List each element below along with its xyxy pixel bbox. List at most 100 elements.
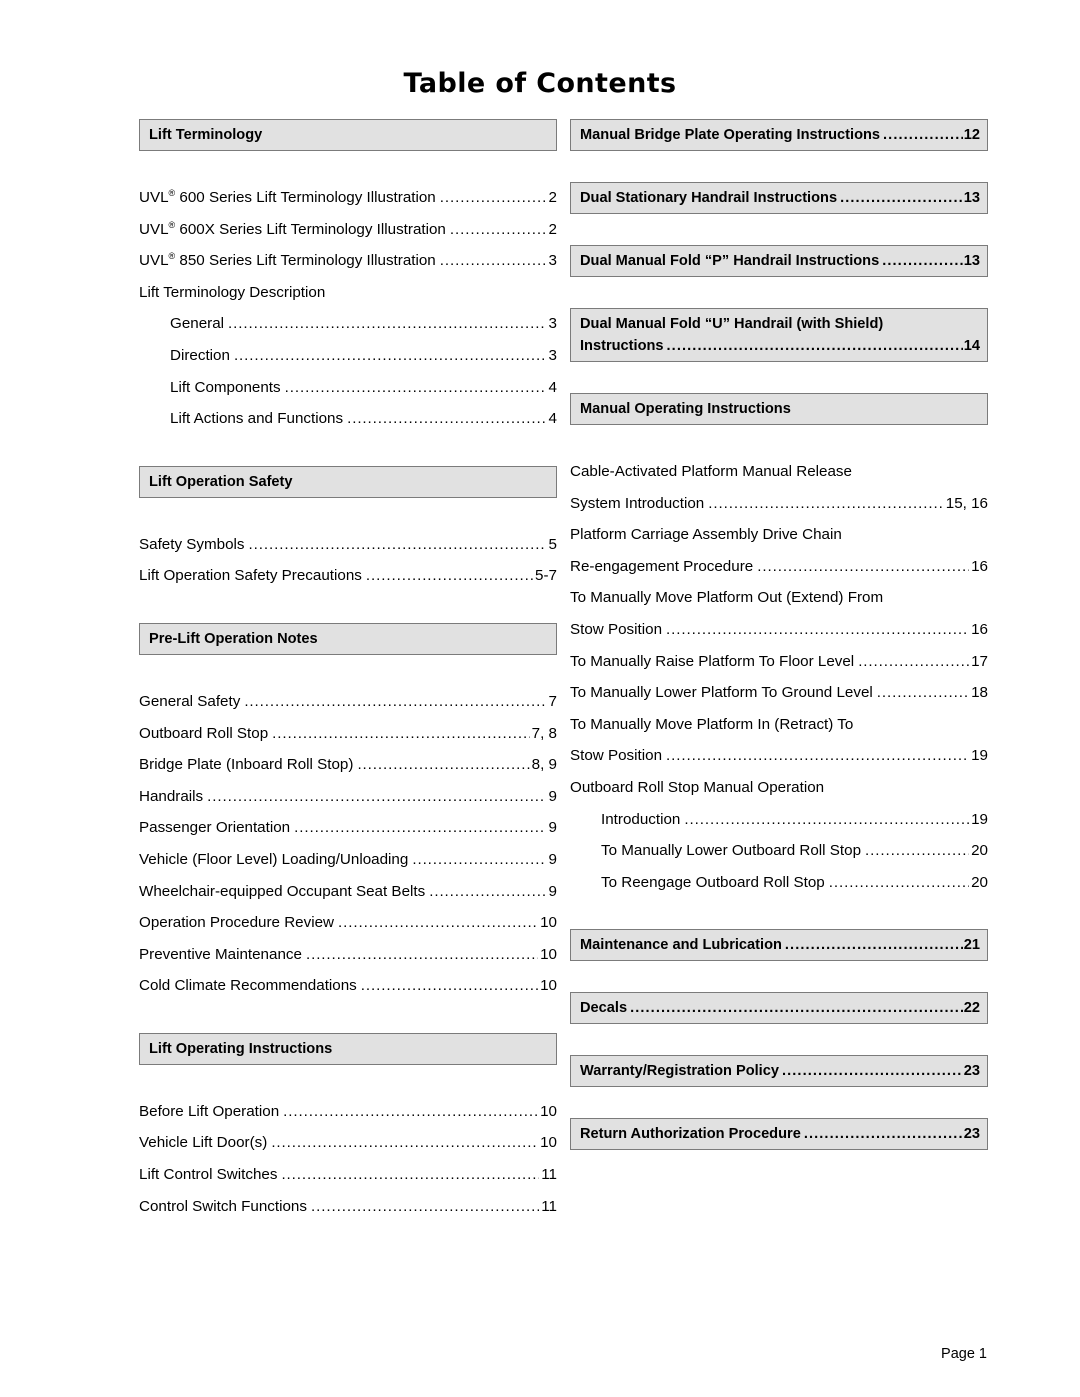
dot-leader: ........................................… [781,1063,963,1080]
section-header-line: Decals..................................… [571,997,987,1019]
entry-label: Stow Position [570,620,663,638]
dot-leader: ........................................… [412,850,545,868]
dot-leader: ........................................… [883,127,963,143]
toc-entry-system-introduction[interactable]: System Introduction.....................… [570,488,988,520]
section-header-lift-operation-safety[interactable]: Lift Operation Safety...................… [139,465,557,498]
toc-entry-list: Safety Symbols..........................… [139,529,557,592]
toc-entry-re-engagement-procedure[interactable]: Re-engagement Procedure.................… [570,551,988,583]
entry-label: UVL® 600X Series Lift Terminology Illust… [139,219,446,238]
entry-label: General [170,315,225,333]
dot-leader: ........................................… [666,747,969,765]
entry-label: Platform Carriage Assembly Drive Chain [570,526,842,544]
section-header-lift-operating-instructions[interactable]: Lift Operating Instructions.............… [139,1032,557,1065]
page-number: 22 [963,1000,980,1017]
section-header-label: Dual Manual Fold “P” Handrail Instructio… [580,253,880,269]
toc-entry-stow-position[interactable]: Stow Position...........................… [570,740,988,772]
toc-entry-to-manually-move-platform-out-extend-from[interactable]: To Manually Move Platform Out (Extend) F… [570,582,988,614]
toc-entry-to-reengage-outboard-roll-stop[interactable]: To Reengage Outboard Roll Stop..........… [570,867,988,899]
entry-label: Passenger Orientation [139,819,291,837]
toc-entry-general-safety[interactable]: General Safety..........................… [139,686,557,718]
dot-leader: ........................................… [207,787,545,805]
toc-entry-vehicle-floor-level-loadingunloading[interactable]: Vehicle (Floor Level) Loading/Unloading.… [139,844,557,876]
toc-entry-introduction[interactable]: Introduction............................… [570,804,988,836]
toc-entry-to-manually-raise-platform-to-floor-level[interactable]: To Manually Raise Platform To Floor Leve… [570,646,988,678]
section-header-maintenance-and-lubrication[interactable]: Maintenance and Lubrication.............… [570,929,988,962]
section-header-warrantyregistration-policy[interactable]: Warranty/Registration Policy............… [570,1055,988,1088]
section-header-line: Pre-Lift Operation Notes................… [140,628,556,650]
section-header-line: Warranty/Registration Policy............… [571,1060,987,1082]
toc-entry-control-switch-functions[interactable]: Control Switch Functions................… [139,1191,557,1223]
toc-entry-lift-components[interactable]: Lift Components.........................… [139,372,557,404]
toc-entry-uvl-850-series-lift-terminology-illustration[interactable]: UVL® 850 Series Lift Terminology Illustr… [139,245,557,277]
toc-entry-lift-operation-safety-precautions[interactable]: Lift Operation Safety Precautions.......… [139,560,557,592]
toc-entry-list: General Safety..........................… [139,686,557,1002]
toc-entry-to-manually-lower-platform-to-ground-level[interactable]: To Manually Lower Platform To Ground Lev… [570,677,988,709]
dot-leader: ........................................… [310,1197,539,1215]
section-header-line: Dual Manual Fold “U” Handrail (with Shie… [571,313,987,335]
page-number: 11 [541,1166,557,1184]
dot-leader: ........................................… [365,567,533,585]
entry-label: Lift Components [170,378,281,396]
toc-column-right: Manual Bridge Plate Operating Instructio… [570,119,988,1151]
toc-entry-direction[interactable]: Direction...............................… [139,340,557,372]
toc-entry-wheelchair-equipped-occupant-seat-belts[interactable]: Wheelchair-equipped Occupant Seat Belts.… [139,876,557,908]
toc-entry-to-manually-move-platform-in-retract-to[interactable]: To Manually Move Platform In (Retract) T… [570,709,988,741]
section-header-pre-lift-operation-notes[interactable]: Pre-Lift Operation Notes................… [139,622,557,655]
dot-leader: ........................................… [876,684,969,702]
toc-entry-uvl-600x-series-lift-terminology-illustration[interactable]: UVL® 600X Series Lift Terminology Illust… [139,214,557,246]
toc-entry-cold-climate-recommendations[interactable]: Cold Climate Recommendations............… [139,970,557,1002]
toc-entry-vehicle-lift-doors[interactable]: Vehicle Lift Door(s)....................… [139,1127,557,1159]
toc-entry-general[interactable]: General.................................… [139,308,557,340]
page-number: 16 [971,620,988,638]
section-header-label: Pre-Lift Operation Notes [149,630,318,647]
dot-leader: ........................................… [294,819,545,837]
toc-entry-preventive-maintenance[interactable]: Preventive Maintenance..................… [139,939,557,971]
toc-entry-bridge-plate-inboard-roll-stop[interactable]: Bridge Plate (Inboard Roll Stop)........… [139,749,557,781]
entry-label: To Manually Lower Outboard Roll Stop [601,842,862,860]
section-header-manual-bridge-plate-operating-instructions[interactable]: Manual Bridge Plate Operating Instructio… [570,119,988,151]
toc-entry-outboard-roll-stop[interactable]: Outboard Roll Stop......................… [139,718,557,750]
toc-entry-list: Cable-Activated Platform Manual Release.… [570,456,988,898]
section-header-line: Return Authorization Procedure..........… [571,1123,987,1145]
toc-entry-before-lift-operation[interactable]: Before Lift Operation...................… [139,1096,557,1128]
section-header-label: Dual Manual Fold “U” Handrail (with Shie… [580,316,884,332]
page-number: 11 [541,1197,557,1215]
entry-label: Cable-Activated Platform Manual Release [570,463,852,480]
section-body-spacer [139,1065,557,1096]
toc-entry-list: UVL® 600 Series Lift Terminology Illustr… [139,182,557,435]
section-header-dual-stationary-handrail-instructions[interactable]: Dual Stationary Handrail Instructions...… [570,182,988,214]
entry-label: To Manually Move Platform In (Retract) T… [570,715,854,733]
toc-entry-outboard-roll-stop-manual-operation[interactable]: Outboard Roll Stop Manual Operation.....… [570,772,988,804]
toc-entry-lift-actions-and-functions[interactable]: Lift Actions and Functions..............… [139,403,557,435]
toc-entry-handrails[interactable]: Handrails...............................… [139,781,557,813]
page-number: 10 [540,914,557,932]
page-number: 7, 8 [531,724,557,742]
toc-entry-cable-activated-platform-manual-release[interactable]: Cable-Activated Platform Manual Release.… [570,456,988,488]
section-header-dual-manual-fold-p-handrail-instructions[interactable]: Dual Manual Fold “P” Handrail Instructio… [570,245,988,277]
page-number: 13 [963,190,980,206]
page-number: 9 [548,850,557,868]
section-header-decals[interactable]: Decals..................................… [570,992,988,1025]
toc-entry-safety-symbols[interactable]: Safety Symbols..........................… [139,529,557,561]
toc-entry-passenger-orientation[interactable]: Passenger Orientation...................… [139,812,557,844]
page-number: 14 [963,338,980,354]
entry-label: Operation Procedure Review [139,914,335,932]
toc-entry-uvl-600-series-lift-terminology-illustration[interactable]: UVL® 600 Series Lift Terminology Illustr… [139,182,557,214]
dot-leader: ........................................… [357,756,529,774]
toc-entry-to-manually-lower-outboard-roll-stop[interactable]: To Manually Lower Outboard Roll Stop....… [570,835,988,867]
section-header-lift-terminology[interactable]: Lift Terminology........................… [139,119,557,151]
entry-label: To Reengage Outboard Roll Stop [601,873,825,891]
section-header-dual-manual-fold-u-handrail-with-shield[interactable]: Dual Manual Fold “U” Handrail (with Shie… [570,308,988,362]
toc-entry-platform-carriage-assembly-drive-chain[interactable]: Platform Carriage Assembly Drive Chain..… [570,519,988,551]
entry-label: Handrails [139,787,204,805]
toc-entry-lift-terminology-description[interactable]: Lift Terminology Description............… [139,277,557,309]
toc-entry-lift-control-switches[interactable]: Lift Control Switches...................… [139,1159,557,1191]
section-header-return-authorization-procedure[interactable]: Return Authorization Procedure..........… [570,1118,988,1151]
section-header-label: Maintenance and Lubrication [580,937,782,954]
toc-entry-operation-procedure-review[interactable]: Operation Procedure Review..............… [139,907,557,939]
toc-entry-stow-position[interactable]: Stow Position...........................… [570,614,988,646]
section-header-manual-operating-instructions[interactable]: Manual Operating Instructions...........… [570,393,988,425]
